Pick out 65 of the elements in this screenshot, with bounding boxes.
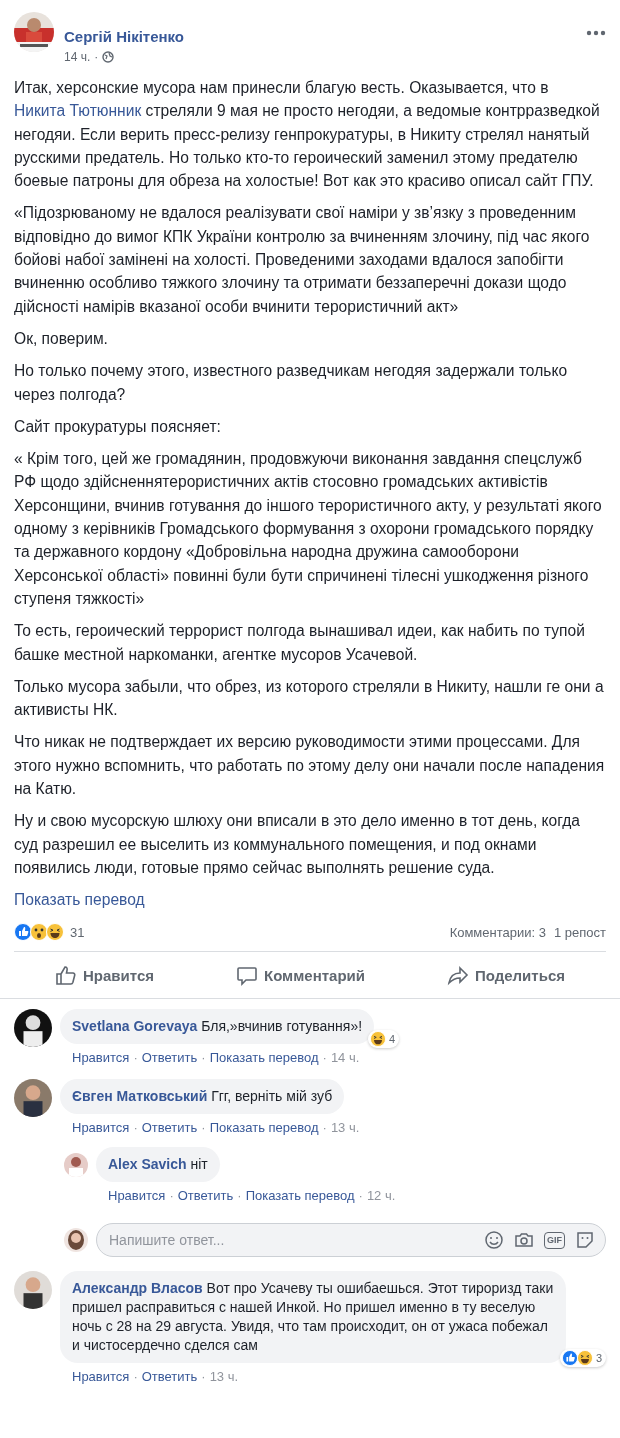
shares-count[interactable]: 1 репост <box>553 924 606 940</box>
post-paragraph: Только мусора забыли, что обрез, из которого стреляли в Никиту, нашли ге они а активисты НК. <box>14 676 605 721</box>
translate-link[interactable]: Показать перевод <box>14 889 145 912</box>
separator: · <box>201 1120 206 1136</box>
comment-action-link[interactable]: Показать перевод <box>245 1188 355 1204</box>
post-paragraph: Ок, поверим. <box>14 328 109 349</box>
separator: · <box>201 1369 206 1385</box>
post-paragraph: Сайт прокуратуры поясняет: <box>14 416 222 437</box>
comment-action-link[interactable]: Показать перевод <box>209 1050 319 1066</box>
post-paragraph: « Крім того, цей же громадянин, продовжуючи виконання завдання спецслужб РФ щодо здійсненнятерористичних актів стосовно громадських активістів Херсонщини, вчинив готування до іншого терористичного акту, у результаті якого одному з керівників Громадського формування з охорони громадського порядку та державного кордону «Добровільна народна дружина самооборони Херсонської області» повинні були бути спричинені тілесні ушкодження різного ступеня тяжкості» <box>14 449 603 609</box>
comment-action-link[interactable]: Ответить <box>141 1369 198 1385</box>
comment-action-link[interactable]: Ответить <box>141 1050 198 1066</box>
share-button[interactable]: Поделиться <box>438 960 573 991</box>
post-paragraph: То есть, героический террорист полгода вынашивал идеи, как набить по тупой башке местной наркоманки, агентке мусоров Усачевой. <box>14 621 586 665</box>
separator: · <box>133 1050 138 1066</box>
post-paragraph: «Підозрюваному не вдалося реалізувати свої наміри у зв’язку з проведенним відповідно до вимог КПК України контролю за вчиненням злочину, під час якого бойові набої замінені на холості. Проведеними заходами вдалося запобігти вчиненню особливо тяжкого злочину та отримати беззаперечні докази щодо дійсності намірів вказаної особи вчинити терористичний акт» <box>14 203 591 317</box>
globe-icon <box>102 51 115 63</box>
reaction-count[interactable]: 31 <box>70 924 85 940</box>
separator: · <box>169 1188 174 1204</box>
separator: · <box>322 1120 327 1136</box>
separator: · <box>133 1120 138 1136</box>
laughing-face-icon[interactable] <box>46 923 64 942</box>
separator: · <box>201 1050 206 1066</box>
comment-button[interactable]: Комментарий <box>228 960 373 991</box>
comment-action-link[interactable]: Нравится <box>108 1188 166 1204</box>
speech-bubble-icon <box>236 964 258 987</box>
comment-time[interactable]: 13 ч. <box>330 1120 360 1136</box>
author-name[interactable]: Сергій Нікітенко <box>64 28 586 46</box>
comment-text: Svetlana Gorevaya Бля,»вчинив готування»! <box>72 1017 363 1037</box>
sticker-icon[interactable] <box>575 1230 595 1251</box>
like-button[interactable]: Нравится <box>47 960 162 991</box>
thumbs-up-icon <box>55 964 77 987</box>
share-arrow-icon <box>446 964 469 987</box>
smiley-icon[interactable] <box>484 1230 504 1251</box>
like-icon[interactable] <box>14 923 32 942</box>
separator: · <box>237 1188 242 1204</box>
comment-time[interactable]: 13 ч. <box>209 1369 239 1385</box>
post-paragraph: Итак, херсонские мусора нам принесли благую весть. Оказывается, что в Никита Тютюнник стреляли 9 мая не просто негодяи, а ведомые контрразведкой негодяи. Если верить пресс-релизу генпрокуратуры, в Никиту стрелял нанятый русскими предатель. Но только кто-то героический заменил этому предателю боевые патроны для обреза на холостые! Вот как это красиво описал сайт ГПУ. <box>14 78 601 192</box>
comment-time[interactable]: 14 ч. <box>330 1050 360 1066</box>
comments-count[interactable]: Комментарии: 3 <box>449 924 546 940</box>
post-time[interactable]: 14 ч. <box>64 50 91 64</box>
comment-time[interactable]: 12 ч. <box>366 1188 396 1204</box>
comment-text: Євген Матковський Ггг, верніть мій зуб <box>72 1087 333 1107</box>
comment-action-link[interactable]: Нравится <box>72 1050 130 1066</box>
separator: · <box>322 1050 327 1066</box>
comment-action-link[interactable]: Нравится <box>72 1120 130 1136</box>
post-paragraph: Ну и свою мусорскую шлюху они вписали в это дело именно в тот день, когда суд разрешил ее выселить из коммунального помещения, и под окнами появились люди, готовые прямо сейчас выполнять решение суда. <box>14 811 581 878</box>
separator: · <box>133 1369 138 1385</box>
comment-action-link[interactable]: Ответить <box>141 1120 198 1136</box>
wow-face-icon[interactable] <box>30 923 48 942</box>
more-icon[interactable] <box>586 30 606 36</box>
post-paragraph: Но только почему этого, известного разведчикам негодяя задержали только через полгода? <box>14 361 569 405</box>
reaction-badge[interactable]: 3 <box>559 1349 606 1368</box>
separator: · <box>94 50 99 64</box>
comment-action-link[interactable]: Ответить <box>177 1188 234 1204</box>
reaction-badge[interactable]: 4 <box>368 1030 400 1049</box>
comment-action-link[interactable]: Нравится <box>72 1369 130 1385</box>
gif-button[interactable]: GIF <box>544 1231 565 1249</box>
separator: · <box>358 1188 363 1204</box>
reply-field[interactable]: Напишите ответ... GIF <box>96 1223 606 1258</box>
profile-link[interactable]: Никита Тютюнник <box>14 102 142 120</box>
comment-action-link[interactable]: Показать перевод <box>209 1120 319 1136</box>
post-paragraph: Что никак не подтверждает их версию руководимости этими процессами. Для этого нужно вспомнить, что работать по этому делу они начали после нападения на Катю. <box>14 732 606 799</box>
comment-text: Александр Власов Вот про Усачеву ты ошибаешься. Этот тироризд таки пришел расправиться с нашей Инкой. Но пришел именно в ту веселую ночь с 28 на 29 августа. Увидя, что там происходит, он от ужаса побежал и чистосердечно сделся сам <box>72 1279 554 1356</box>
comment-text: Alex Savich ніт <box>108 1155 208 1175</box>
